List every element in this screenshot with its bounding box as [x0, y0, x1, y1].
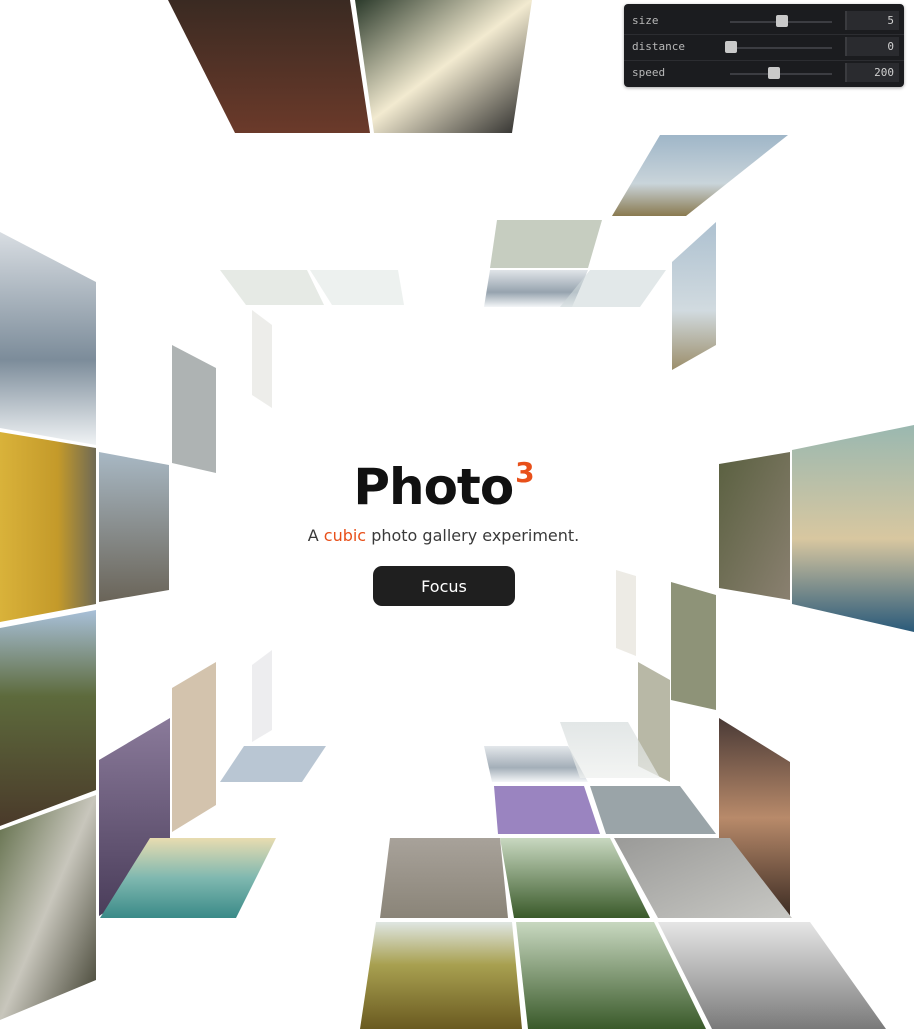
photo-tile [590, 786, 716, 834]
speed-slider[interactable] [730, 73, 832, 75]
speed-control: speed 200 [624, 60, 904, 86]
photo-tile [360, 922, 522, 1029]
size-slider-handle[interactable] [776, 15, 788, 27]
speed-label: speed [632, 66, 666, 79]
photo-tile [494, 786, 600, 834]
title-text: Photo [353, 458, 514, 516]
size-value-input[interactable]: 5 [845, 11, 899, 30]
subtitle-prefix: A [307, 526, 324, 545]
title-superscript: 3 [515, 456, 535, 489]
photo-tile [0, 795, 96, 1020]
focus-button[interactable]: Focus [373, 566, 515, 606]
photo-tile [220, 270, 324, 305]
photo-tile [616, 570, 636, 656]
speed-value-input[interactable]: 200 [845, 63, 899, 82]
photo-tile [310, 270, 404, 305]
speed-slider-handle[interactable] [768, 67, 780, 79]
photo-tile [252, 310, 272, 408]
photo-tile [0, 610, 96, 826]
page-subtitle: A cubic photo gallery experiment. [0, 526, 887, 545]
distance-value-input[interactable]: 0 [845, 37, 899, 56]
photo-tile [168, 0, 370, 133]
photo-tile [172, 345, 216, 473]
size-control: size 5 [624, 8, 904, 35]
subtitle-accent-word: cubic [323, 526, 367, 545]
photo-tile [0, 232, 96, 445]
distance-slider[interactable] [730, 47, 832, 49]
photo-tile [490, 220, 602, 268]
photo-tile [671, 582, 716, 710]
page-title: Photo3 [0, 456, 887, 516]
distance-control: distance 0 [624, 34, 904, 61]
gallery-stage: size 5 distance 0 speed 200 Photo3 A cub… [0, 0, 920, 1029]
subtitle-suffix: photo gallery experiment. [366, 526, 580, 545]
size-label: size [632, 14, 659, 27]
photo-tile [355, 0, 532, 133]
photo-tile [672, 222, 716, 370]
photo-tile [220, 746, 326, 782]
photo-tile [252, 650, 272, 742]
photo-tile [612, 135, 788, 216]
distance-slider-handle[interactable] [725, 41, 737, 53]
photo-tile [172, 662, 216, 832]
distance-label: distance [632, 40, 685, 53]
photo-tile [380, 838, 508, 918]
controls-panel: size 5 distance 0 speed 200 [624, 4, 904, 87]
